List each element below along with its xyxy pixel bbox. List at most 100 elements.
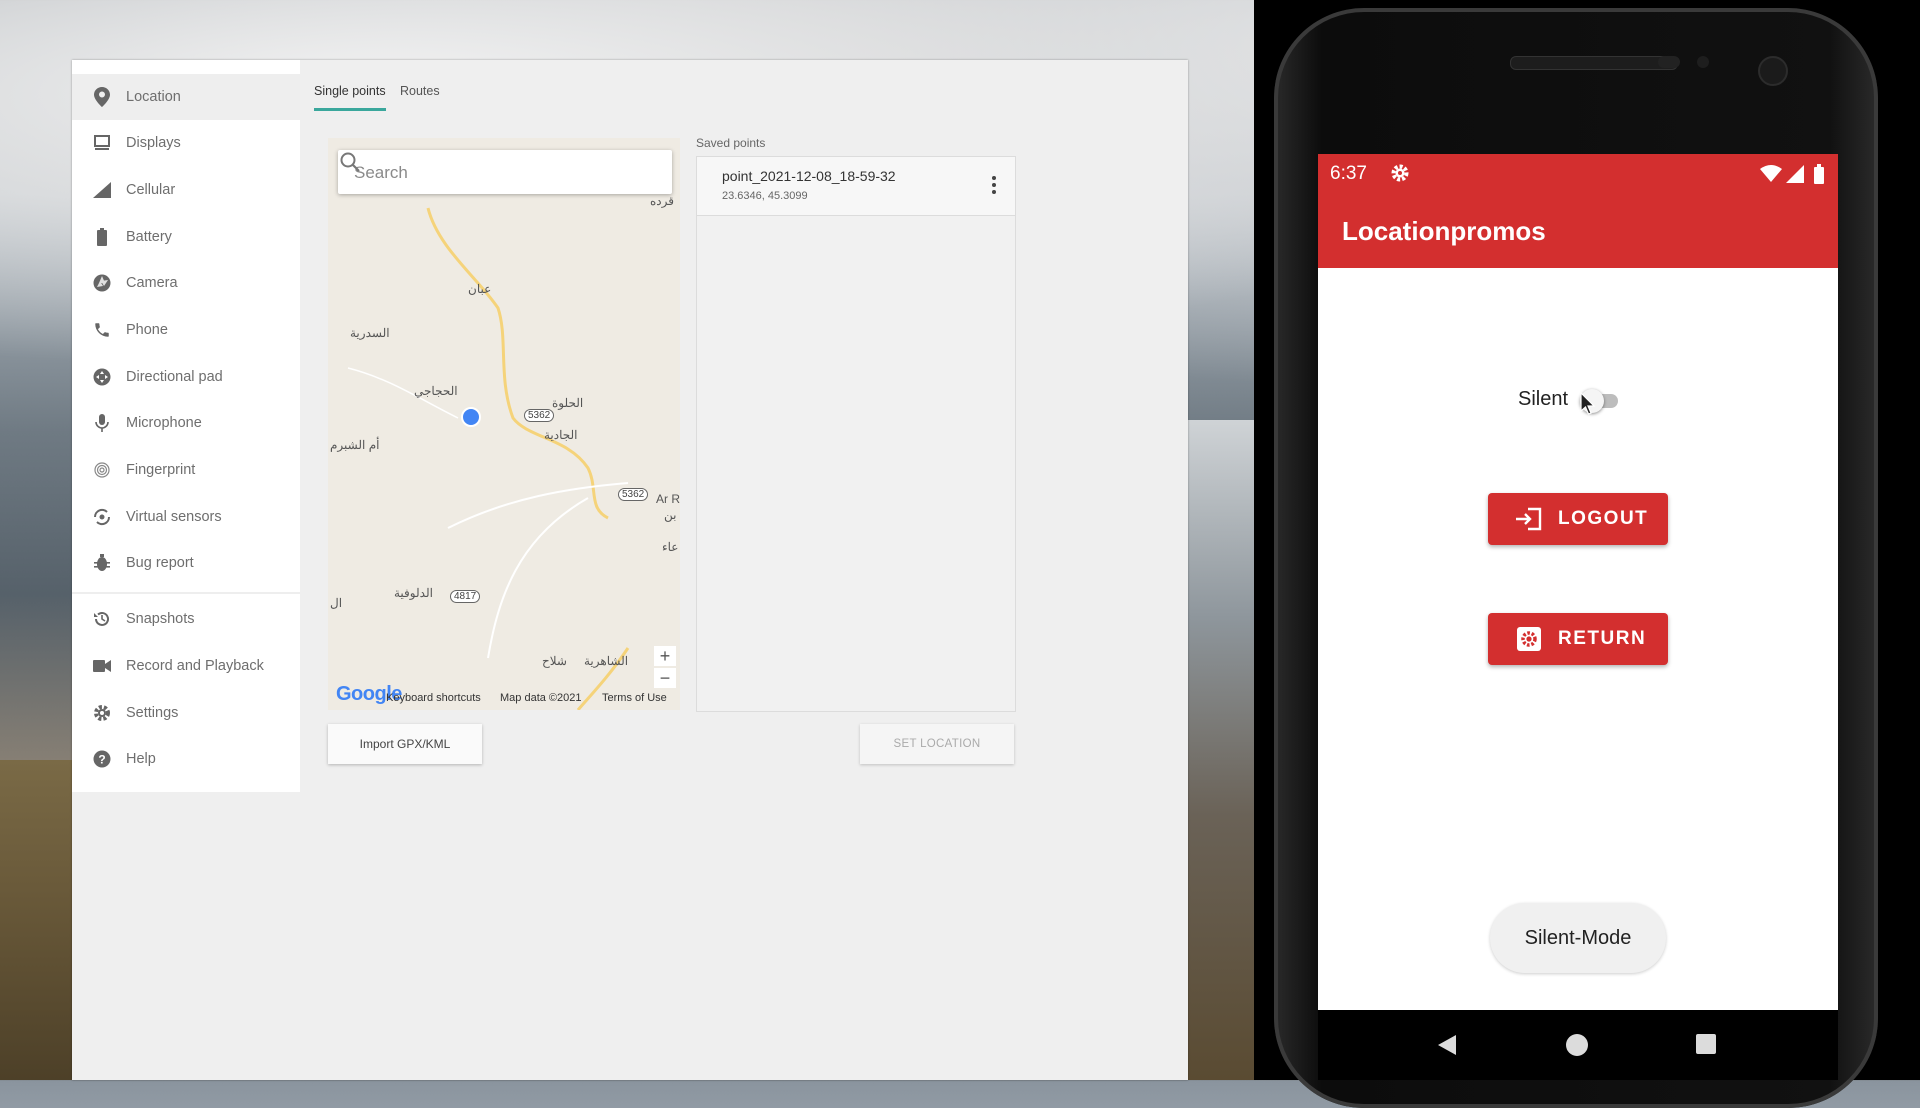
zoom-out-button[interactable]: − [654,668,676,688]
set-location-button[interactable]: SET LOCATION [860,724,1014,764]
search-icon[interactable] [338,150,362,174]
back-icon[interactable] [1436,1034,1458,1056]
map-place-label: عبان [468,282,492,296]
sidebar-item-label: Cellular [126,182,176,198]
android-nav-bar [1318,1010,1838,1080]
wifi-icon [1760,165,1782,182]
bug-icon [92,553,112,573]
sidebar-item-label: Snapshots [126,611,195,627]
more-vert-icon[interactable] [991,175,997,195]
map-place-label: عاء [662,540,679,554]
map-place-label: بن [664,508,677,522]
sidebar-item-microphone[interactable]: Microphone [72,400,300,446]
sidebar-item-phone[interactable]: Phone [72,307,300,353]
sidebar-item-camera[interactable]: Camera [72,260,300,306]
sidebar-item-label: Record and Playback [126,658,264,674]
silent-label: Silent [1518,388,1569,410]
saved-point-name: point_2021-12-08_18-59-32 [722,168,896,184]
map-place-label: قرده [650,194,674,208]
signal-icon [92,180,112,200]
return-button[interactable]: RETURN [1488,613,1668,665]
sidebar-item-cellular[interactable]: Cellular [72,167,300,213]
map-search-box [338,150,672,194]
map-place-label: الشاهرية [584,654,629,668]
import-gpx-kml-button[interactable]: Import GPX/KML [328,724,482,764]
status-bar: 6:37 [1318,154,1838,196]
app-bar: Locationpromos [1318,196,1838,268]
saved-points-list: point_2021-12-08_18-59-32 23.6346, 45.30… [696,156,1016,712]
sidebar-item-directional-pad[interactable]: Directional pad [72,354,300,400]
camera-aperture-icon [92,273,112,293]
sidebar-item-record-playback[interactable]: Record and Playback [72,643,300,689]
logout-button[interactable]: LOGOUT [1488,493,1668,545]
display-icon [92,133,112,153]
tab-single-points[interactable]: Single points [314,84,386,98]
microphone-icon [92,413,112,433]
sidebar-item-bug-report[interactable]: Bug report [72,540,300,586]
search-input[interactable] [352,161,626,185]
map-roads [347,207,630,710]
map-place-label: Ar R [656,492,680,506]
extended-controls-window: Location Displays Cellular Battery Camer… [72,60,1188,1080]
map-place-label: الجادية [544,428,578,442]
sidebar-item-virtual-sensors[interactable]: Virtual sensors [72,494,300,540]
active-tab-indicator [314,108,386,111]
sidebar-item-label: Help [126,751,156,767]
settings-box-icon [1517,627,1541,651]
sidebar-item-label: Phone [126,322,168,338]
phone-sensor [1658,56,1680,68]
phone-sensor [1697,56,1709,68]
videocam-icon [92,656,112,676]
recents-icon[interactable] [1696,1034,1716,1054]
sidebar-item-snapshots[interactable]: Snapshots [72,596,300,642]
map-data-attribution: Map data ©2021 [500,692,582,704]
silent-mode-button[interactable]: Silent-Mode [1490,903,1666,973]
sidebar-item-label: Location [126,89,181,105]
saved-point-coords: 23.6346, 45.3099 [722,190,808,202]
sidebar-item-label: Fingerprint [126,462,196,478]
location-pin-icon [92,87,112,107]
gear-icon [1391,164,1409,182]
history-icon [92,609,112,629]
list-item[interactable]: point_2021-12-08_18-59-32 23.6346, 45.30… [697,157,1015,216]
tab-routes[interactable]: Routes [400,84,440,98]
map-place-label: أم الشبرم [330,438,380,452]
fingerprint-icon [92,460,112,480]
front-camera [1758,56,1788,86]
sidebar-item-location[interactable]: Location [72,74,300,120]
map-place-label: ال [330,596,343,610]
sidebar-item-label: Settings [126,705,179,721]
home-icon[interactable] [1566,1034,1588,1056]
sidebar-item-settings[interactable]: Settings [72,690,300,736]
sidebar-item-label: Bug report [126,555,194,571]
sidebar-item-displays[interactable]: Displays [72,120,300,166]
sidebar-item-battery[interactable]: Battery [72,214,300,260]
terms-of-use-link[interactable]: Terms of Use [602,692,667,704]
sidebar-item-fingerprint[interactable]: Fingerprint [72,447,300,493]
sidebar-item-help[interactable]: ? Help [72,736,300,782]
logout-icon [1516,507,1542,531]
cell-signal-icon [1786,165,1804,183]
battery-icon [92,227,112,247]
phone-icon [92,320,112,340]
saved-points-title: Saved points [696,136,766,150]
logout-label: LOGOUT [1558,508,1649,529]
phone-screen: 6:37 Locationpromos Silent LOGOUT RETURN… [1318,154,1838,1080]
map-place-label: الحجاجي [414,384,458,398]
sidebar-item-label: Microphone [126,415,202,431]
sidebar: Location Displays Cellular Battery Camer… [72,60,300,792]
mouse-cursor-icon [1580,392,1596,415]
map-view[interactable]: عبان السدرية الحجاجي الحلوة الجادية أم ا… [328,138,680,710]
desktop-wallpaper-grass [0,760,72,1080]
road-shield: 4817 [450,590,481,603]
zoom-in-button[interactable]: + [654,646,676,666]
road-shield: 5362 [524,409,555,422]
return-label: RETURN [1558,628,1647,649]
help-icon: ? [92,749,112,769]
keyboard-shortcuts-link[interactable]: Keyboard shortcuts [386,692,481,704]
map-place-label: الحلوة [552,396,584,410]
map-place-label: السدرية [350,326,390,340]
map-place-label: الدلوفية [394,586,433,600]
app-title: Locationpromos [1342,216,1546,246]
sidebar-item-label: Camera [126,275,178,291]
